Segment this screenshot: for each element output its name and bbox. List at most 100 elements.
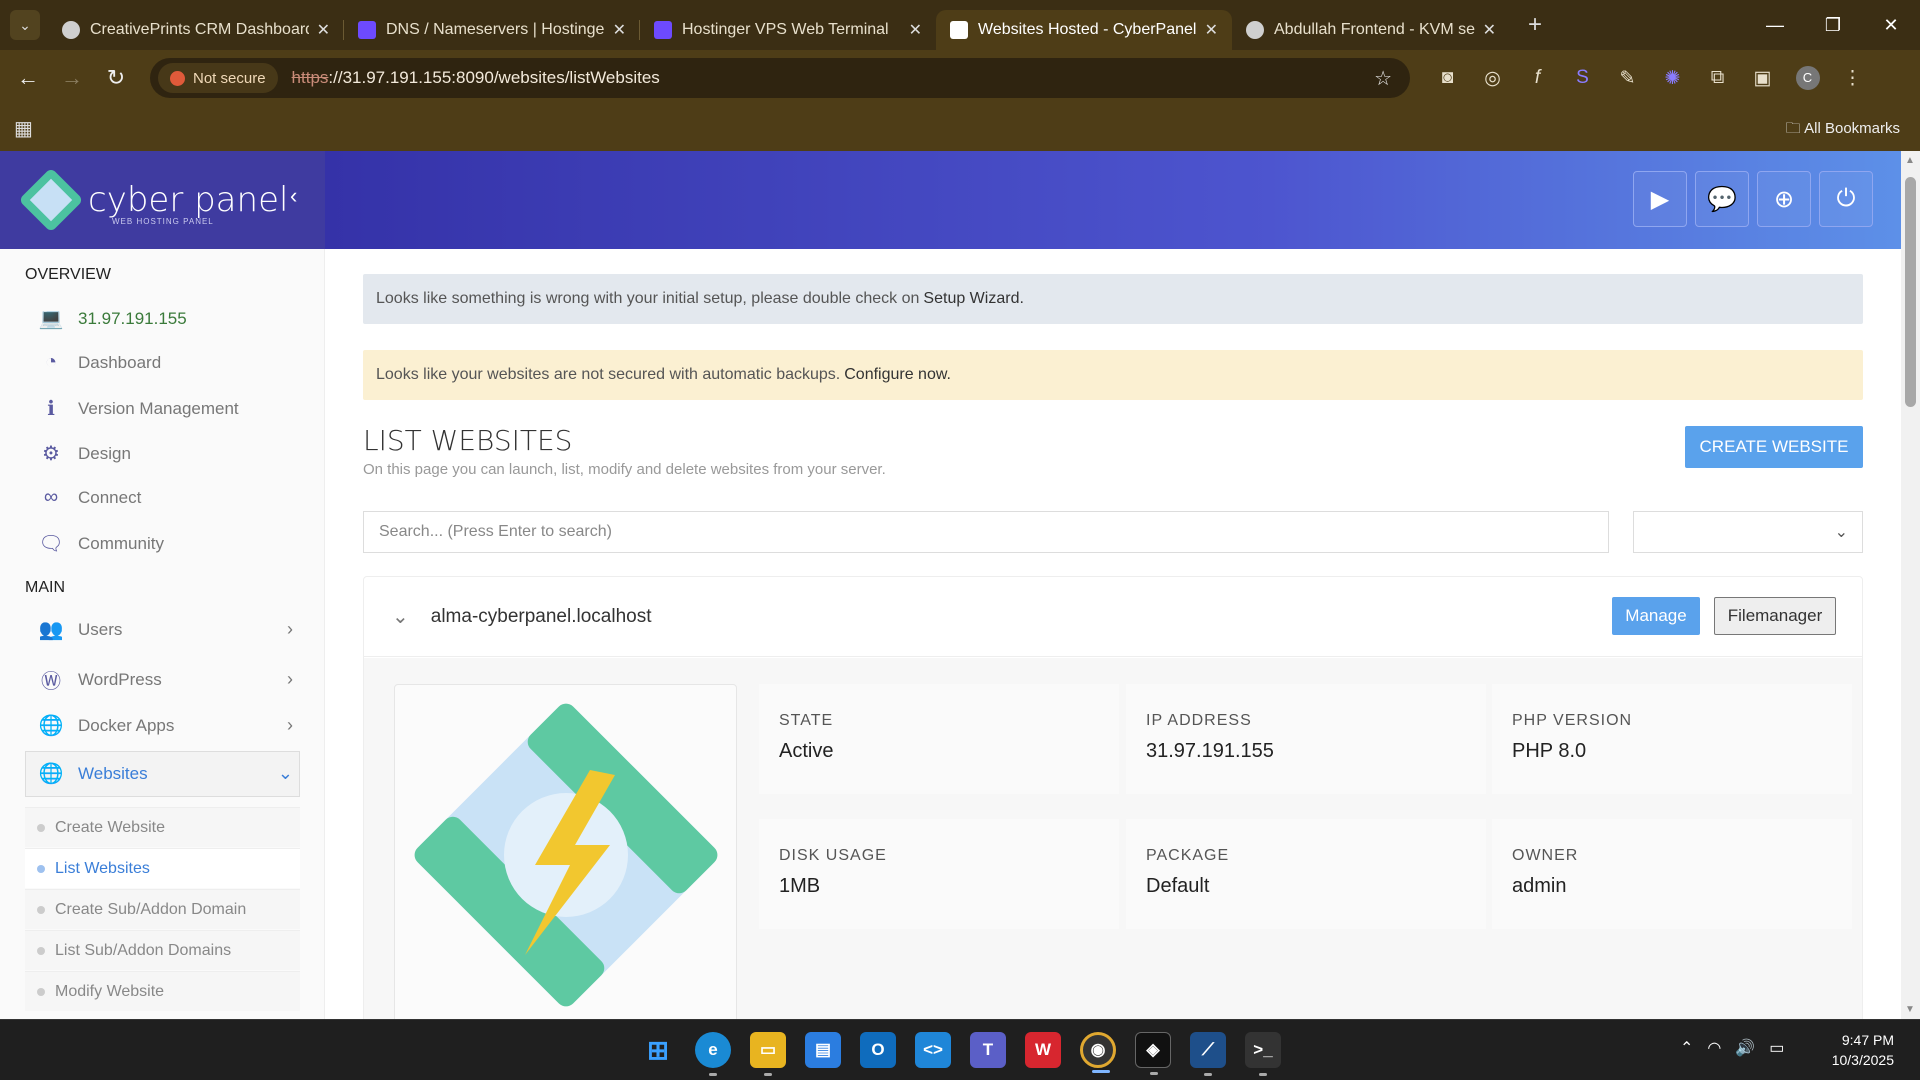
scroll-down-icon[interactable]: ▼	[1905, 1004, 1915, 1015]
sidebar-item-wordpress[interactable]: Ⓦ WordPress ›	[38, 665, 298, 694]
sidebar-sub-create-website[interactable]: Create Website	[25, 807, 300, 847]
scrollbar-thumb[interactable]	[1905, 177, 1916, 407]
info-icon: ℹ	[47, 398, 55, 420]
window-controls: — ❐ ✕	[1746, 0, 1920, 50]
battery-icon[interactable]: ▭	[1769, 1038, 1784, 1058]
sidebar-item-server-ip[interactable]: 💻 31.97.191.155	[38, 306, 298, 331]
stat-label: STATE	[779, 712, 834, 729]
setup-wizard-link[interactable]: Setup Wizard.	[923, 290, 1023, 308]
remote-app-icon[interactable]: ⟋	[1190, 1032, 1226, 1076]
close-tab-icon[interactable]: ✕	[613, 20, 626, 40]
chrome-icon[interactable]: ◉	[1080, 1032, 1116, 1073]
close-tab-icon[interactable]: ✕	[1205, 20, 1218, 40]
all-bookmarks-button[interactable]: 🗀 All Bookmarks	[1786, 118, 1900, 143]
chevron-down-icon: ⌄	[1834, 524, 1848, 541]
sidebar-item-label: Design	[78, 443, 131, 463]
terminal-icon[interactable]: >_	[1245, 1032, 1281, 1076]
wps-icon[interactable]: W	[1025, 1032, 1061, 1068]
sidebar-item-websites[interactable]: 🌐 Websites ⌄	[38, 761, 298, 786]
sidebar-item-design[interactable]: ⚙ Design	[38, 441, 298, 466]
outlook-icon[interactable]: O	[860, 1032, 896, 1068]
power-icon[interactable]: ⏻	[1819, 171, 1873, 227]
sidebar-item-community[interactable]: 🗨 Community	[38, 531, 298, 556]
extension-s-icon[interactable]: S	[1560, 67, 1605, 89]
new-tab-button[interactable]: +	[1528, 11, 1542, 39]
scroll-up-icon[interactable]: ▲	[1905, 155, 1915, 166]
website-domain[interactable]: alma-cyberpanel.localhost	[431, 606, 652, 628]
filter-select[interactable]: ⌄	[1633, 511, 1863, 553]
tab-hostinger-terminal[interactable]: Hostinger VPS Web Terminal ✕	[640, 10, 936, 50]
app-box-icon[interactable]: ◈	[1135, 1032, 1171, 1075]
setup-alert-text: Looks like something is wrong with your …	[376, 290, 920, 307]
tab-search-button[interactable]: ⌄	[10, 10, 40, 40]
restore-icon[interactable]: ❐	[1804, 0, 1862, 50]
stat-value: Active	[779, 740, 834, 762]
address-bar[interactable]: Not secure https://31.97.191.155:8090/we…	[150, 58, 1410, 98]
search-input[interactable]	[363, 511, 1609, 553]
sub-item-label: Create Sub/Addon Domain	[55, 900, 247, 918]
edge-icon[interactable]: e	[695, 1032, 731, 1076]
file-explorer-icon[interactable]: ▭	[750, 1032, 786, 1076]
wifi-icon[interactable]: ◠	[1707, 1038, 1721, 1058]
compass-icon[interactable]: ◎	[1470, 67, 1515, 90]
tab-crm-dashboard[interactable]: CreativePrints CRM Dashboard ✕	[48, 10, 344, 50]
sidebar-sub-modify-website[interactable]: Modify Website	[25, 971, 300, 1011]
chevron-up-icon[interactable]: ⌃	[1680, 1038, 1693, 1058]
sidebar-item-users[interactable]: 👥 Users ›	[38, 617, 298, 642]
filemanager-button[interactable]: Filemanager	[1714, 597, 1836, 635]
windows-start-icon[interactable]: ⊞	[640, 1032, 676, 1068]
formula-icon[interactable]: f	[1515, 67, 1560, 89]
url-path: ://31.97.191.155:8090/websites/listWebsi…	[328, 68, 660, 87]
sidebar-item-connect[interactable]: ∞ Connect	[38, 486, 298, 509]
create-website-button[interactable]: CREATE WEBSITE	[1685, 426, 1863, 468]
store-icon[interactable]: ▤	[805, 1032, 841, 1068]
forward-icon[interactable]: →	[50, 65, 94, 91]
configure-now-link[interactable]: Configure now.	[844, 366, 951, 384]
sidebar-sub-create-sub-addon[interactable]: Create Sub/Addon Domain	[25, 889, 300, 929]
eyedropper-icon[interactable]: ✎	[1605, 67, 1650, 90]
tab-hostinger-dns[interactable]: DNS / Nameservers | Hostinger ✕	[344, 10, 640, 50]
close-window-icon[interactable]: ✕	[1862, 0, 1920, 50]
back-icon[interactable]: ←	[6, 65, 50, 91]
system-tray: ⌃ ◠ 🔊 ▭	[1680, 1038, 1798, 1058]
bullet-icon	[37, 905, 45, 914]
stat-value: 31.97.191.155	[1146, 740, 1274, 762]
camera-icon[interactable]: ◙	[1425, 67, 1470, 89]
sub-item-label: List Websites	[55, 859, 150, 877]
screenshot-icon[interactable]: ▣	[1740, 67, 1785, 90]
security-chip[interactable]: Not secure	[158, 63, 278, 93]
close-tab-icon[interactable]: ✕	[1483, 20, 1496, 40]
chevron-down-icon[interactable]: ⌄	[392, 604, 409, 629]
page-scrollbar[interactable]: ▲ ▼	[1901, 151, 1920, 1019]
stat-label: OWNER	[1512, 847, 1579, 864]
taskbar-clock[interactable]: 9:47 PM 10/3/2025	[1832, 1030, 1894, 1070]
avatar[interactable]: C	[1785, 66, 1830, 90]
close-tab-icon[interactable]: ✕	[317, 20, 330, 40]
sidebar-item-dashboard[interactable]: ◔ Dashboard	[38, 351, 298, 374]
url-text[interactable]: https://31.97.191.155:8090/websites/list…	[292, 68, 660, 88]
minimize-icon[interactable]: —	[1746, 0, 1804, 50]
extension-gear-icon[interactable]: ✺	[1650, 67, 1695, 90]
bookmark-star-icon[interactable]: ☆	[1374, 66, 1392, 91]
volume-icon[interactable]: 🔊	[1735, 1038, 1755, 1058]
puzzle-icon[interactable]: ⧉	[1695, 67, 1740, 89]
reload-icon[interactable]: ↻	[94, 65, 138, 91]
stat-state: STATE Active	[759, 684, 1119, 794]
teams-icon[interactable]: T	[970, 1032, 1006, 1068]
sidebar-sub-list-websites[interactable]: List Websites	[25, 848, 300, 888]
vscode-icon[interactable]: <>	[915, 1032, 951, 1068]
youtube-icon[interactable]: ▶	[1633, 171, 1687, 227]
sidebar-item-version-management[interactable]: ℹ Version Management	[38, 396, 298, 421]
menu-kebab-icon[interactable]: ⋮	[1830, 67, 1875, 90]
tab-cyberpanel[interactable]: Websites Hosted - CyberPanel ✕	[936, 10, 1232, 50]
close-tab-icon[interactable]: ✕	[909, 20, 922, 40]
sidebar-collapse-icon[interactable]: ‹	[290, 183, 297, 209]
chat-icon[interactable]: 💬	[1695, 171, 1749, 227]
bookmarks-bar: ▦ 🗀 All Bookmarks	[0, 106, 1920, 151]
sidebar-item-docker-apps[interactable]: 🌐 Docker Apps ›	[38, 713, 298, 738]
support-icon[interactable]: ⊕	[1757, 171, 1811, 227]
sidebar-sub-list-sub-addon[interactable]: List Sub/Addon Domains	[25, 930, 300, 970]
manage-button[interactable]: Manage	[1612, 597, 1700, 635]
apps-grid-icon[interactable]: ▦	[14, 116, 33, 141]
tab-abdullah-frontend[interactable]: Abdullah Frontend - KVM setup ✕	[1232, 10, 1510, 50]
